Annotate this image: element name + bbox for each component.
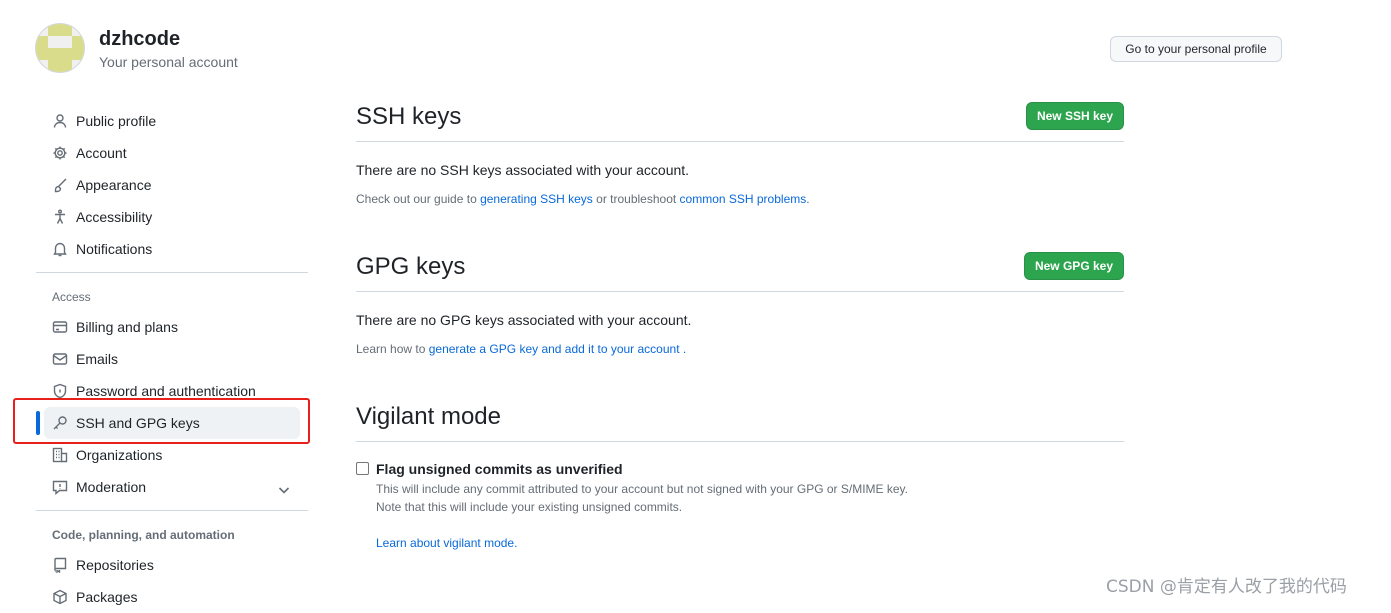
section-divider bbox=[356, 141, 1124, 142]
repo-icon bbox=[52, 557, 68, 573]
sidebar-item-label: Accessibility bbox=[76, 209, 153, 225]
sidebar-item-public-profile[interactable]: Public profile bbox=[44, 105, 300, 137]
sidebar-heading-access: Access bbox=[52, 290, 91, 304]
vigilant-description-2: Note that this will include your existin… bbox=[376, 500, 683, 514]
gear-icon bbox=[52, 145, 68, 161]
sidebar-item-moderation[interactable]: Moderation bbox=[44, 471, 300, 503]
key-icon bbox=[52, 415, 68, 431]
section-divider bbox=[356, 441, 1124, 442]
section-divider bbox=[356, 291, 1124, 292]
sidebar-heading-code: Code, planning, and automation bbox=[52, 528, 235, 542]
new-gpg-key-button[interactable]: New GPG key bbox=[1024, 252, 1124, 280]
flag-unsigned-commits-checkbox[interactable] bbox=[356, 462, 369, 475]
sidebar-item-label: Public profile bbox=[76, 113, 157, 129]
report-icon bbox=[52, 479, 68, 495]
sidebar-item-account[interactable]: Account bbox=[44, 137, 300, 169]
sidebar-item-label: Account bbox=[76, 145, 127, 161]
sidebar-item-emails[interactable]: Emails bbox=[44, 343, 300, 375]
sidebar-item-label: Organizations bbox=[76, 447, 163, 463]
gpg-learn-suffix: . bbox=[679, 342, 687, 356]
learn-vigilant-mode-link[interactable]: Learn about vigilant mode. bbox=[376, 536, 517, 550]
ssh-guide-suffix: . bbox=[806, 192, 810, 206]
sidebar-divider bbox=[36, 510, 308, 511]
person-icon bbox=[52, 113, 68, 129]
credit-card-icon bbox=[52, 319, 68, 335]
sidebar-item-appearance[interactable]: Appearance bbox=[44, 169, 300, 201]
account-subtitle: Your personal account bbox=[99, 54, 238, 70]
vigilant-mode-title: Vigilant mode bbox=[356, 403, 501, 430]
sidebar-divider bbox=[36, 272, 308, 273]
ssh-guide-prefix: Check out our guide to bbox=[356, 192, 481, 206]
ssh-empty-message: There are no SSH keys associated with yo… bbox=[356, 162, 690, 178]
generating-ssh-keys-link[interactable]: generating SSH keys bbox=[480, 192, 593, 206]
sidebar-item-label: Appearance bbox=[76, 177, 152, 193]
shield-lock-icon bbox=[52, 383, 68, 399]
account-username: dzhcode bbox=[99, 28, 181, 50]
sidebar-item-repositories[interactable]: Repositories bbox=[44, 549, 300, 581]
sidebar-item-notifications[interactable]: Notifications bbox=[44, 233, 300, 265]
sidebar-item-label: Repositories bbox=[76, 557, 154, 573]
vigilant-description-1: This will include any commit attributed … bbox=[376, 482, 909, 496]
sidebar-item-billing[interactable]: Billing and plans bbox=[44, 311, 300, 343]
gpg-empty-message: There are no GPG keys associated with yo… bbox=[356, 312, 692, 328]
accessibility-icon bbox=[52, 209, 68, 225]
ssh-keys-title: SSH keys bbox=[356, 103, 462, 130]
ssh-guide-mid: or troubleshoot bbox=[592, 192, 680, 206]
gpg-learn-text: Learn how to generate a GPG key and add … bbox=[356, 342, 686, 356]
generate-gpg-key-link[interactable]: generate a GPG key and add it to your ac… bbox=[429, 342, 680, 356]
ssh-guide-text: Check out our guide to generating SSH ke… bbox=[356, 192, 810, 206]
gpg-keys-title: GPG keys bbox=[356, 253, 466, 280]
go-to-profile-button[interactable]: Go to your personal profile bbox=[1110, 36, 1282, 62]
sidebar-item-accessibility[interactable]: Accessibility bbox=[44, 201, 300, 233]
avatar[interactable] bbox=[36, 24, 84, 72]
sidebar-item-organizations[interactable]: Organizations bbox=[44, 439, 300, 471]
sidebar-item-label: Billing and plans bbox=[76, 319, 178, 335]
new-ssh-key-button[interactable]: New SSH key bbox=[1026, 102, 1124, 130]
sidebar-item-packages[interactable]: Packages bbox=[44, 581, 300, 613]
chevron-down-icon[interactable] bbox=[276, 482, 292, 498]
csdn-watermark: CSDN @肯定有人改了我的代码 bbox=[1106, 577, 1347, 597]
paintbrush-icon bbox=[52, 177, 68, 193]
flag-unsigned-commits-label[interactable]: Flag unsigned commits as unverified bbox=[376, 461, 623, 477]
active-indicator bbox=[36, 411, 40, 435]
mail-icon bbox=[52, 351, 68, 367]
sidebar-item-ssh-gpg-keys[interactable]: SSH and GPG keys bbox=[44, 407, 300, 439]
sidebar-item-label: Password and authentication bbox=[76, 383, 256, 399]
sidebar-item-label: Emails bbox=[76, 351, 119, 367]
bell-icon bbox=[52, 241, 68, 257]
sidebar-item-label: Notifications bbox=[76, 241, 153, 257]
sidebar-item-label: Moderation bbox=[76, 479, 147, 495]
sidebar-item-label: SSH and GPG keys bbox=[76, 415, 200, 431]
common-ssh-problems-link[interactable]: common SSH problems bbox=[680, 192, 807, 206]
sidebar-item-password[interactable]: Password and authentication bbox=[44, 375, 300, 407]
organization-icon bbox=[52, 447, 68, 463]
gpg-learn-prefix: Learn how to bbox=[356, 342, 429, 356]
